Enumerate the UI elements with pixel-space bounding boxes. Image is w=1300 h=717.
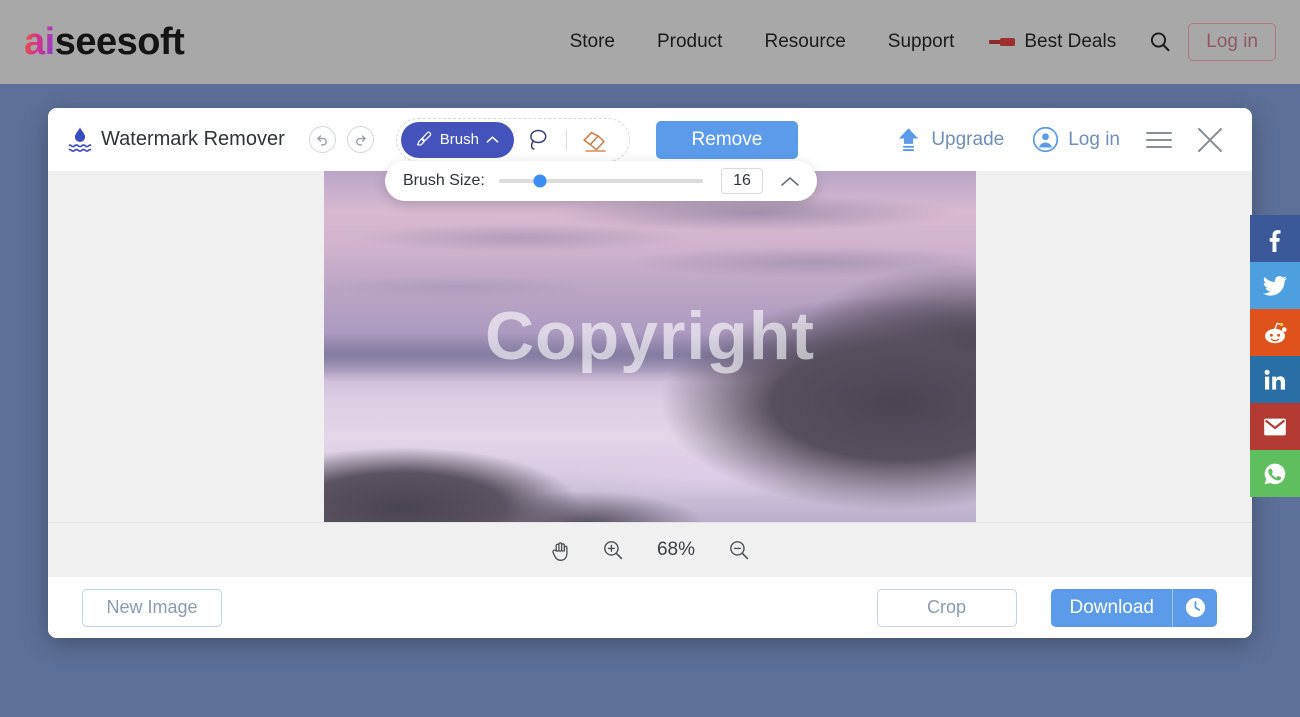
nav-item-resource[interactable]: Resource (743, 31, 866, 53)
menu-button[interactable] (1134, 129, 1184, 151)
facebook-icon (1269, 229, 1281, 252)
app-login-label: Log in (1068, 128, 1120, 150)
chevron-up-icon (781, 176, 799, 186)
brush-tool-button[interactable]: Brush (400, 121, 514, 158)
hamburger-menu-icon (1146, 131, 1172, 148)
nav-item-product[interactable]: Product (636, 31, 743, 53)
reddit-icon (1265, 322, 1287, 343)
close-x-icon (1198, 127, 1222, 152)
download-label: Download (1069, 596, 1155, 618)
twitter-icon (1262, 275, 1287, 296)
site-top-nav: ai seesoft Store Product Resource Support… (0, 0, 1300, 84)
close-window-button[interactable] (1184, 125, 1236, 155)
aiseesoft-logo[interactable]: ai seesoft (24, 21, 185, 63)
zoom-level-value: 68% (656, 539, 696, 560)
brush-size-label: Brush Size: (403, 172, 485, 189)
lasso-tool-button[interactable] (518, 121, 558, 159)
upgrade-label: Upgrade (931, 128, 1005, 150)
footer-actions: Crop Download (876, 588, 1217, 627)
upgrade-button[interactable]: Upgrade (881, 126, 1018, 153)
gmail-icon (1264, 418, 1286, 435)
crop-button[interactable]: Crop (876, 588, 1017, 627)
brush-size-value[interactable]: 16 (721, 168, 763, 194)
download-history-button[interactable] (1173, 589, 1217, 627)
app-title-label: Watermark Remover (101, 128, 285, 150)
nav-links-group: Store Product Resource Support Best Deal… (549, 23, 1276, 61)
eraser-icon (583, 131, 606, 152)
editing-photo[interactable]: Copyright (324, 171, 976, 522)
app-header-actions: Upgrade Log in (881, 125, 1236, 155)
zoom-out-button[interactable] (724, 535, 754, 565)
brush-size-collapse-button[interactable] (773, 166, 807, 196)
brush-size-slider[interactable] (498, 174, 703, 188)
logo-seesoft-part: seesoft (54, 21, 185, 63)
app-login-button[interactable]: Log in (1018, 126, 1134, 153)
user-circle-icon (1033, 126, 1059, 153)
social-twitter-button[interactable] (1250, 262, 1300, 309)
history-buttons-group (308, 126, 374, 153)
social-reddit-button[interactable] (1250, 309, 1300, 356)
watermark-remover-window: Watermark Remover Brush Remove Upgrade L… (48, 108, 1252, 638)
whatsapp-icon (1264, 463, 1286, 484)
social-share-rail (1250, 215, 1300, 497)
toolbar-divider (565, 129, 567, 150)
undo-arrow-icon (316, 135, 327, 146)
redo-button[interactable] (346, 126, 374, 153)
social-linkedin-button[interactable] (1250, 356, 1300, 403)
image-canvas-area[interactable]: Copyright (48, 171, 1252, 522)
zoom-in-icon (604, 541, 623, 560)
new-image-button[interactable]: New Image (82, 588, 222, 627)
nav-item-support[interactable]: Support (867, 31, 976, 53)
chevron-up-icon (486, 136, 499, 143)
zoom-in-button[interactable] (598, 535, 628, 565)
nav-search-button[interactable] (1132, 30, 1188, 54)
remove-button[interactable]: Remove (655, 120, 798, 159)
paintbrush-icon (416, 131, 431, 146)
social-gmail-button[interactable] (1250, 403, 1300, 450)
zoom-out-icon (730, 541, 749, 560)
upload-arrow-icon (899, 128, 919, 151)
hand-pan-icon (552, 541, 568, 561)
brush-size-slider-thumb[interactable] (533, 174, 547, 188)
logo-ai-part: ai (24, 21, 55, 63)
search-icon (1151, 32, 1170, 52)
tool-selection-group: Brush (395, 117, 630, 162)
watermark-drop-icon (68, 127, 92, 152)
linkedin-icon (1264, 369, 1285, 390)
clock-history-icon (1185, 597, 1205, 618)
best-deals-label: Best Deals (1024, 31, 1117, 52)
lasso-icon (530, 129, 547, 150)
redo-arrow-icon (355, 135, 366, 146)
hand-pan-button[interactable] (546, 535, 576, 565)
copyright-watermark-text: Copyright (484, 297, 816, 374)
brush-tool-label: Brush (439, 131, 479, 148)
eraser-tool-button[interactable] (575, 121, 615, 159)
nav-item-best-deals[interactable]: Best Deals (975, 31, 1132, 53)
app-title-group: Watermark Remover (68, 126, 285, 154)
deals-tag-icon (989, 35, 1016, 49)
undo-button[interactable] (308, 126, 336, 153)
brush-size-panel: Brush Size: 16 (385, 161, 817, 201)
app-footer: New Image Crop Download (48, 577, 1252, 638)
zoom-toolbar: 68% (48, 522, 1252, 577)
nav-item-store[interactable]: Store (549, 31, 636, 53)
nav-login-button[interactable]: Log in (1188, 23, 1276, 61)
social-facebook-button[interactable] (1250, 215, 1300, 262)
download-button-group[interactable]: Download (1050, 588, 1217, 627)
social-whatsapp-button[interactable] (1250, 450, 1300, 497)
